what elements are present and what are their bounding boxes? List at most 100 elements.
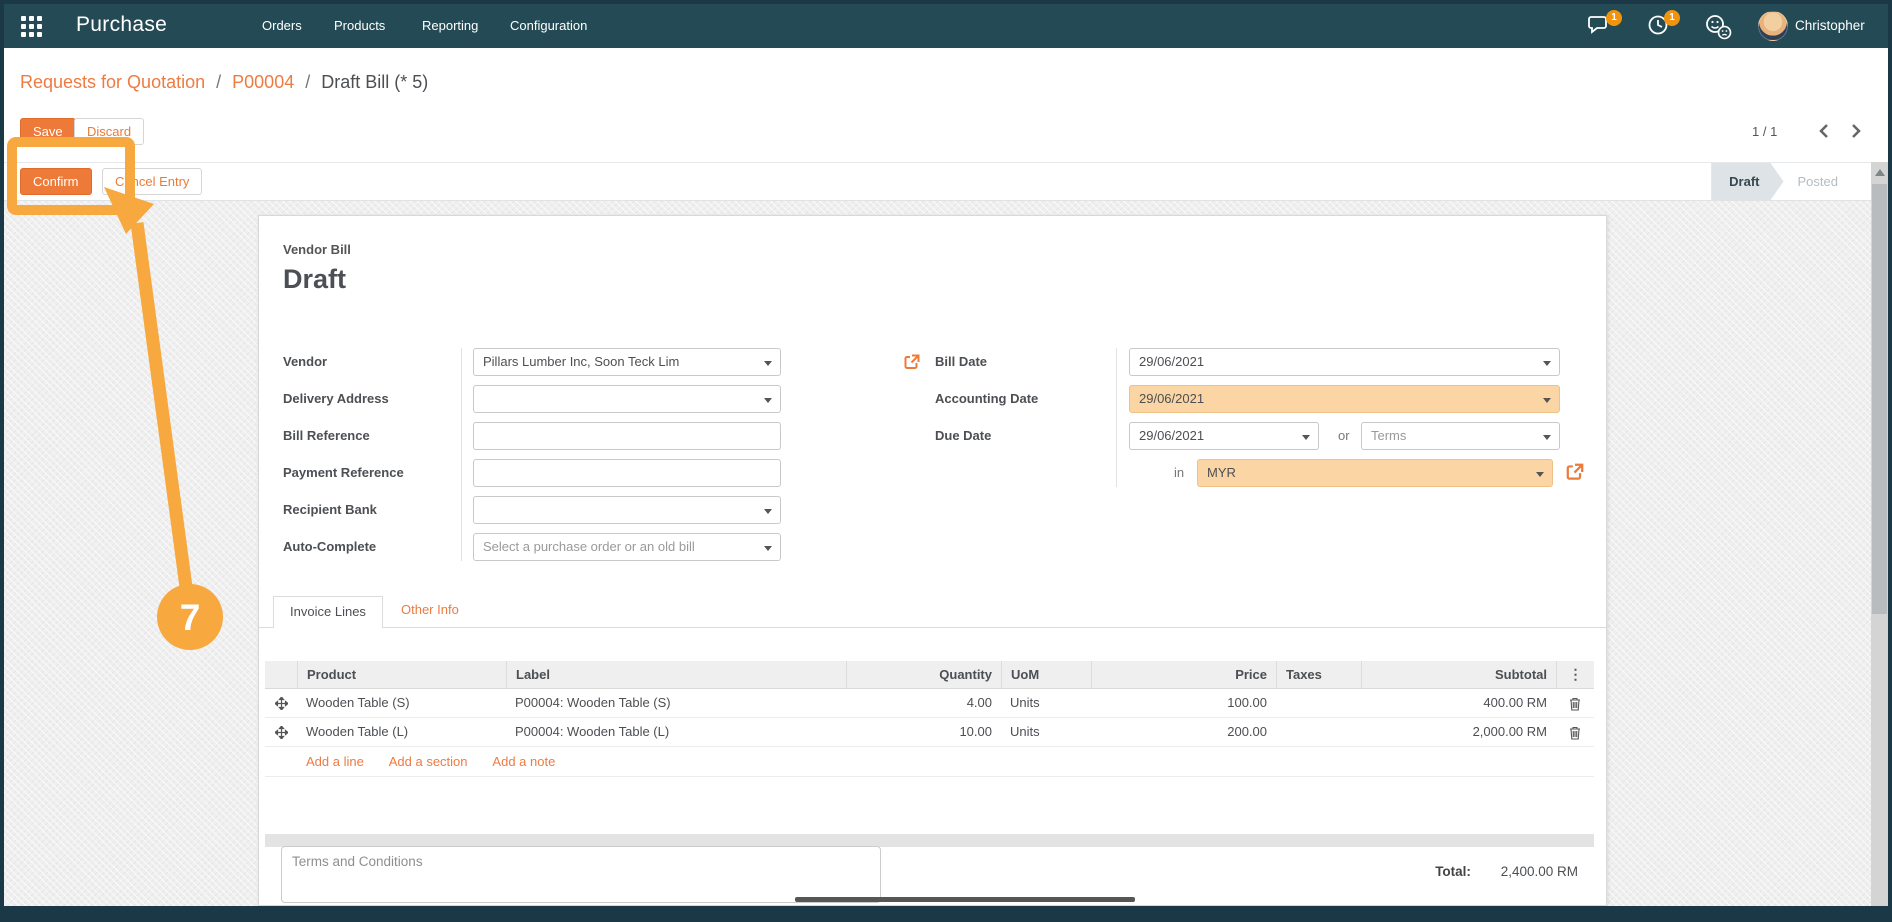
drag-handle-icon[interactable] (265, 689, 297, 718)
vertical-scrollbar[interactable] (1871, 162, 1888, 906)
add-a-line-link[interactable]: Add a line (306, 754, 364, 769)
currency-select[interactable]: MYR (1197, 459, 1553, 487)
cell-product[interactable]: Wooden Table (L) (297, 718, 506, 747)
cell-quantity[interactable]: 10.00 (846, 718, 1001, 747)
breadcrumb: Requests for Quotation / P00004 / Draft … (20, 72, 428, 93)
col-taxes[interactable]: Taxes (1276, 661, 1361, 689)
total-value: 2,400.00 RM (1501, 864, 1578, 879)
cell-price[interactable]: 100.00 (1091, 689, 1276, 718)
chevron-down-icon (764, 361, 772, 366)
user-avatar[interactable] (1758, 11, 1788, 41)
delete-row-icon[interactable] (1556, 689, 1594, 718)
payment-reference-input[interactable] (473, 459, 781, 487)
horizontal-scrollbar-thumb[interactable] (795, 897, 1135, 902)
auto-complete-select[interactable]: Select a purchase order or an old bill (473, 533, 781, 561)
tab-invoice-lines[interactable]: Invoice Lines (273, 596, 383, 628)
drag-handle-icon[interactable] (265, 718, 297, 747)
cell-taxes[interactable] (1276, 689, 1361, 718)
right-group-separator (1116, 348, 1117, 487)
auto-complete-label: Auto-Complete (283, 539, 376, 554)
app-window: Purchase Orders Products Reporting Confi… (0, 0, 1892, 922)
terms-placeholder: Terms (1371, 428, 1406, 443)
breadcrumb-current: Draft Bill (* 5) (321, 72, 428, 92)
delete-row-icon[interactable] (1556, 718, 1594, 747)
form-view-background: Vendor Bill Draft Vendor Pillars Lumber … (4, 201, 1888, 906)
delivery-address-select[interactable] (473, 385, 781, 413)
control-panel: Save Discard 1 / 1 (4, 112, 1888, 162)
due-date-label: Due Date (935, 428, 991, 443)
nav-item-orders[interactable]: Orders (262, 18, 302, 33)
vertical-scrollbar-thumb[interactable] (1872, 184, 1887, 614)
chevron-down-icon (764, 546, 772, 551)
chevron-down-icon (764, 398, 772, 403)
chevron-down-icon (764, 509, 772, 514)
tab-other-info[interactable]: Other Info (401, 602, 459, 617)
accounting-date-label: Accounting Date (935, 391, 1038, 406)
chevron-down-icon (1543, 361, 1551, 366)
document-state-title: Draft (283, 264, 346, 295)
col-label[interactable]: Label (506, 661, 846, 689)
pager-previous-icon[interactable] (1816, 122, 1832, 145)
cell-uom[interactable]: Units (1001, 689, 1091, 718)
left-group-separator (461, 348, 462, 561)
col-price[interactable]: Price (1091, 661, 1276, 689)
cell-subtotal[interactable]: 2,000.00 RM (1361, 718, 1556, 747)
cell-label[interactable]: P00004: Wooden Table (L) (506, 718, 846, 747)
table-options-icon[interactable]: ⋮ (1556, 661, 1594, 689)
bill-reference-input[interactable] (473, 422, 781, 450)
vendor-bill-sheet: Vendor Bill Draft Vendor Pillars Lumber … (258, 215, 1607, 906)
nav-item-products[interactable]: Products (334, 18, 385, 33)
state-posted[interactable]: Posted (1784, 163, 1848, 200)
breadcrumb-link-p00004[interactable]: P00004 (232, 72, 294, 92)
cell-price[interactable]: 200.00 (1091, 718, 1276, 747)
moods-icon[interactable] (1704, 14, 1730, 38)
cell-uom[interactable]: Units (1001, 718, 1091, 747)
bill-date-select[interactable]: 29/06/2021 (1129, 348, 1560, 376)
cancel-entry-button[interactable]: Cancel Entry (102, 168, 202, 195)
nav-item-configuration[interactable]: Configuration (510, 18, 587, 33)
terms-and-conditions-textarea[interactable] (281, 846, 881, 903)
document-type-label: Vendor Bill (283, 242, 351, 257)
bill-reference-label: Bill Reference (283, 428, 370, 443)
table-footer-links: Add a line Add a section Add a note (265, 747, 1594, 777)
accounting-date-select[interactable]: 29/06/2021 (1129, 385, 1560, 413)
save-button[interactable]: Save (20, 118, 76, 145)
browser-viewport: Purchase Orders Products Reporting Confi… (4, 4, 1888, 906)
user-name[interactable]: Christopher (1795, 18, 1865, 33)
col-uom[interactable]: UoM (1001, 661, 1091, 689)
scroll-up-icon[interactable] (1875, 169, 1885, 176)
confirm-button[interactable]: Confirm (20, 168, 92, 195)
col-product[interactable]: Product (297, 661, 506, 689)
external-link-icon[interactable] (903, 353, 921, 376)
col-subtotal[interactable]: Subtotal (1361, 661, 1556, 689)
cell-taxes[interactable] (1276, 718, 1361, 747)
or-label: or (1338, 428, 1350, 443)
currency-value: MYR (1207, 465, 1236, 480)
table-row[interactable]: Wooden Table (S) P00004: Wooden Table (S… (265, 689, 1594, 718)
state-draft[interactable]: Draft (1711, 163, 1783, 200)
vendor-select[interactable]: Pillars Lumber Inc, Soon Teck Lim (473, 348, 781, 376)
auto-complete-placeholder: Select a purchase order or an old bill (483, 539, 695, 554)
external-link-icon[interactable] (1565, 462, 1585, 487)
cell-quantity[interactable]: 4.00 (846, 689, 1001, 718)
due-date-select[interactable]: 29/06/2021 (1129, 422, 1319, 450)
breadcrumb-link-rfq[interactable]: Requests for Quotation (20, 72, 205, 92)
breadcrumb-separator: / (210, 72, 227, 92)
tabs-underline (259, 627, 1606, 628)
accounting-date-value: 29/06/2021 (1139, 391, 1204, 406)
recipient-bank-select[interactable] (473, 496, 781, 524)
col-quantity[interactable]: Quantity (846, 661, 1001, 689)
app-name[interactable]: Purchase (76, 13, 167, 37)
apps-menu-icon[interactable] (21, 16, 43, 38)
pager-next-icon[interactable] (1848, 122, 1864, 145)
payment-terms-select[interactable]: Terms (1361, 422, 1560, 450)
cell-product[interactable]: Wooden Table (S) (297, 689, 506, 718)
add-a-note-link[interactable]: Add a note (492, 754, 555, 769)
discard-button[interactable]: Discard (74, 118, 144, 145)
cell-subtotal[interactable]: 400.00 RM (1361, 689, 1556, 718)
add-a-section-link[interactable]: Add a section (389, 754, 468, 769)
nav-item-reporting[interactable]: Reporting (422, 18, 478, 33)
cell-label[interactable]: P00004: Wooden Table (S) (506, 689, 846, 718)
breadcrumb-separator: / (299, 72, 316, 92)
table-row[interactable]: Wooden Table (L) P00004: Wooden Table (L… (265, 718, 1594, 747)
